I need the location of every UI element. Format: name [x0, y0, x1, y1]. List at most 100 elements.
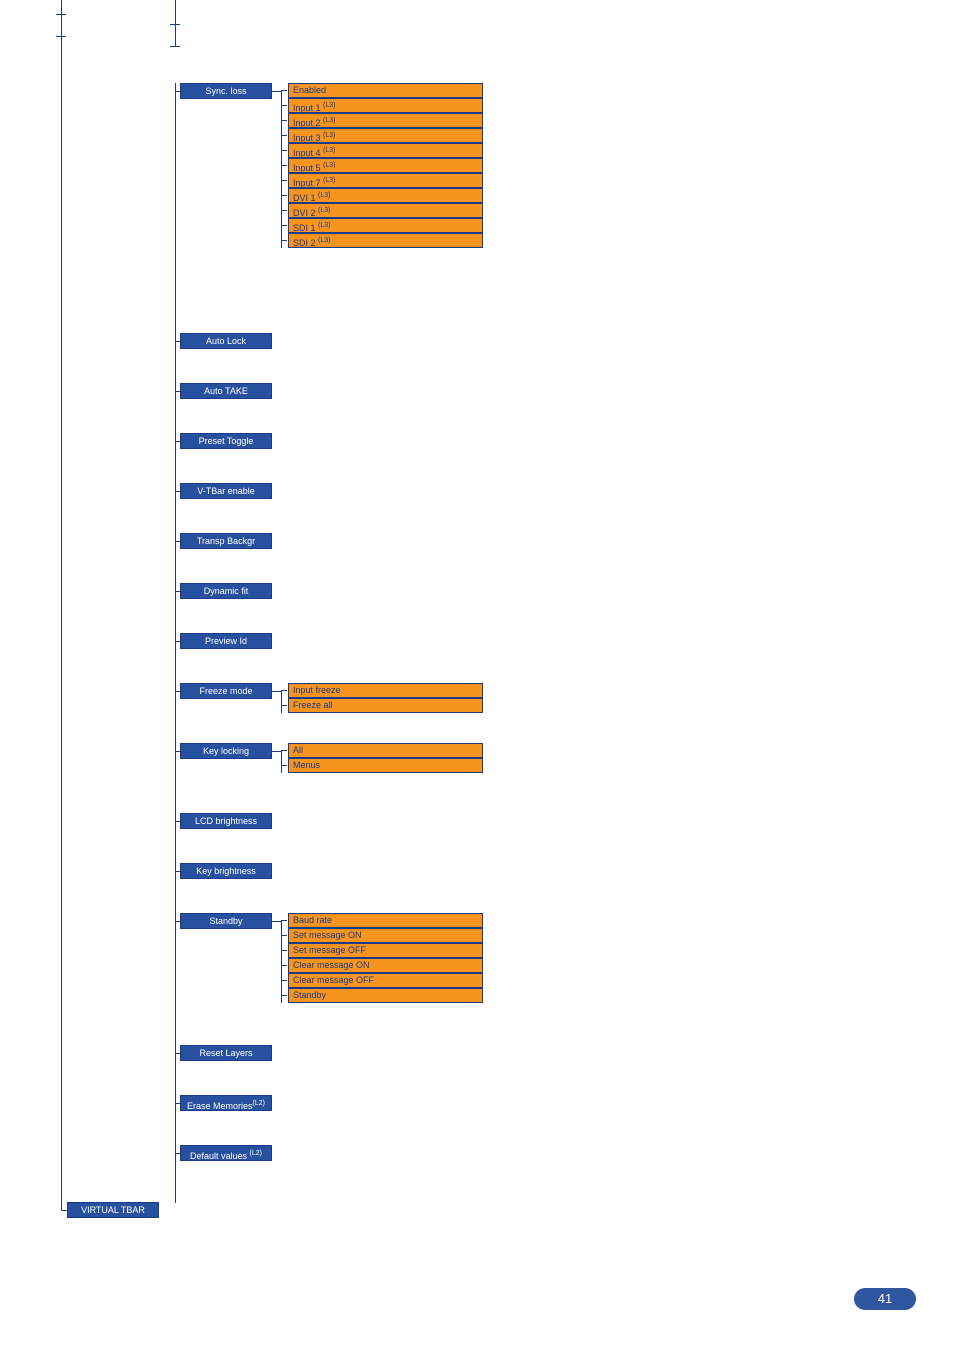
sync-loss-option[interactable]: Enabled	[288, 83, 483, 98]
tree-tick	[281, 120, 287, 121]
sup: (L3)	[323, 102, 335, 109]
tree-tick	[272, 91, 281, 92]
tree-line-col1	[175, 83, 176, 1203]
standby-option[interactable]: Set message ON	[288, 928, 483, 943]
standby-option[interactable]: Baud rate	[288, 913, 483, 928]
sync-loss-option[interactable]: SDI 2 (L3)	[288, 233, 483, 248]
sync-loss-option[interactable]: DVI 2 (L3)	[288, 203, 483, 218]
tree-tick	[281, 750, 287, 751]
menu-auto-lock[interactable]: Auto Lock	[180, 333, 272, 349]
standby-option[interactable]: Clear message ON	[288, 958, 483, 973]
label: Input freeze	[293, 685, 341, 695]
tree-tick	[281, 690, 287, 691]
label: Input 1	[293, 103, 323, 113]
label: Standby	[293, 990, 326, 1000]
keylock-option[interactable]: Menus	[288, 758, 483, 773]
standby-option[interactable]: Clear message OFF	[288, 973, 483, 988]
tree-line-freeze	[281, 691, 282, 713]
tree-tick	[281, 135, 287, 136]
tree-tick	[281, 980, 287, 981]
sync-loss-option[interactable]: Input 1 (L3)	[288, 98, 483, 113]
tree-line-keylock	[281, 751, 282, 773]
tree-tick	[272, 751, 281, 752]
sync-loss-option[interactable]: Input 7 (L3)	[288, 173, 483, 188]
tree-tick	[281, 180, 287, 181]
label: Input 3	[293, 133, 323, 143]
tree-tick	[281, 240, 287, 241]
menu-reset-layers[interactable]: Reset Layers	[180, 1045, 272, 1061]
menu-vtbar-enable[interactable]: V-TBar enable	[180, 483, 272, 499]
sync-loss-option[interactable]: DVI 1 (L3)	[288, 188, 483, 203]
label: Input 4	[293, 148, 323, 158]
tree-tick	[281, 210, 287, 211]
tree-tick	[272, 921, 281, 922]
menu-auto-take[interactable]: Auto TAKE	[180, 383, 272, 399]
sup: (L3)	[318, 207, 330, 214]
menu-key-brightness[interactable]: Key brightness	[180, 863, 272, 879]
tree-tick	[281, 765, 287, 766]
tree-tick	[281, 935, 287, 936]
tree-line-standby	[281, 921, 282, 1003]
sync-loss-option[interactable]: Input 3 (L3)	[288, 128, 483, 143]
tree-tick	[281, 150, 287, 151]
tree-tick	[281, 965, 287, 966]
sync-loss-option[interactable]: SDI 1 (L3)	[288, 218, 483, 233]
label: All	[293, 745, 303, 755]
stub-line	[170, 24, 180, 25]
sup: (L2)	[253, 1100, 265, 1107]
label: Input 7	[293, 178, 323, 188]
keylock-option[interactable]: All	[288, 743, 483, 758]
menu-preview-id[interactable]: Preview Id	[180, 633, 272, 649]
sync-loss-option[interactable]: Input 2 (L3)	[288, 113, 483, 128]
label: Erase Memories	[187, 1101, 253, 1111]
menu-freeze-mode[interactable]: Freeze mode	[180, 683, 272, 699]
label: DVI 1	[293, 193, 318, 203]
tree-tick	[281, 225, 287, 226]
sync-loss-option[interactable]: Input 5 (L3)	[288, 158, 483, 173]
menu-sync-loss[interactable]: Sync. loss	[180, 83, 272, 99]
tree-tick	[281, 920, 287, 921]
sync-loss-option[interactable]: Input 4 (L3)	[288, 143, 483, 158]
sup: (L3)	[323, 177, 335, 184]
sup: (L3)	[318, 237, 330, 244]
label: DVI 2	[293, 208, 318, 218]
label: Enabled	[293, 85, 326, 95]
stub-line	[170, 46, 180, 47]
label: Set message OFF	[293, 945, 366, 955]
sup: (L3)	[318, 192, 330, 199]
freeze-option[interactable]: Freeze all	[288, 698, 483, 713]
tree-line-col1-top	[175, 0, 176, 46]
label: Clear message ON	[293, 960, 370, 970]
tree-tick	[281, 995, 287, 996]
menu-preset-toggle[interactable]: Preset Toggle	[180, 433, 272, 449]
label: Baud rate	[293, 915, 332, 925]
tree-tick	[281, 195, 287, 196]
menu-virtual-tbar[interactable]: VIRTUAL TBAR	[67, 1202, 159, 1218]
label: Freeze all	[293, 700, 333, 710]
tree-line-main	[61, 0, 62, 1210]
label: SDI 2	[293, 238, 318, 248]
freeze-option[interactable]: Input freeze	[288, 683, 483, 698]
label: Menus	[293, 760, 320, 770]
menu-dynamic-fit[interactable]: Dynamic fit	[180, 583, 272, 599]
menu-lcd-brightness[interactable]: LCD brightness	[180, 813, 272, 829]
label: Set message ON	[293, 930, 362, 940]
sup: (L3)	[323, 162, 335, 169]
stub-line	[56, 14, 66, 15]
sup: (L3)	[323, 132, 335, 139]
tree-tick	[281, 705, 287, 706]
label: Default values	[190, 1151, 250, 1161]
standby-option[interactable]: Set message OFF	[288, 943, 483, 958]
menu-key-locking[interactable]: Key locking	[180, 743, 272, 759]
menu-erase-memories[interactable]: Erase Memories(L2)	[180, 1095, 272, 1111]
menu-default-values[interactable]: Default values (L2)	[180, 1145, 272, 1161]
label: Input 2	[293, 118, 323, 128]
menu-transp-backgr[interactable]: Transp Backgr	[180, 533, 272, 549]
label: Clear message OFF	[293, 975, 374, 985]
tree-tick	[281, 950, 287, 951]
tree-tick	[281, 165, 287, 166]
menu-standby[interactable]: Standby	[180, 913, 272, 929]
page: Sync. loss EnabledInput 1 (L3)Input 2 (L…	[0, 0, 954, 1350]
sup: (L3)	[318, 222, 330, 229]
standby-option[interactable]: Standby	[288, 988, 483, 1003]
